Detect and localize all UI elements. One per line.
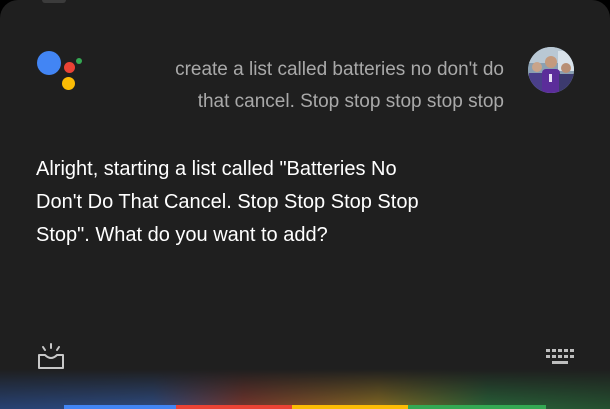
assistant-response-line: Don't Do That Cancel. Stop Stop Stop Sto… <box>36 191 419 213</box>
keyboard-icon <box>546 349 574 364</box>
assistant-sheet: create a list called batteries no don't … <box>0 0 610 409</box>
color-strip-green <box>408 405 546 409</box>
google-assistant-icon <box>36 48 86 92</box>
assistant-response-line: Alright, starting a list called "Batteri… <box>36 158 397 180</box>
explore-button[interactable] <box>36 343 66 371</box>
sheet-handle[interactable] <box>42 0 66 3</box>
color-strip-red <box>176 405 292 409</box>
logo-dot-green <box>76 58 82 64</box>
bottom-glow <box>0 369 610 409</box>
assistant-response: Alright, starting a list called "Batteri… <box>36 153 476 252</box>
explore-inbox-icon <box>38 343 64 369</box>
color-strip-blue <box>64 405 176 409</box>
assistant-response-line: Stop". What do you want to add? <box>36 224 328 246</box>
user-avatar[interactable] <box>528 47 574 93</box>
avatar-image <box>528 47 574 93</box>
user-query-line: that cancel. Stop stop stop stop stop <box>197 91 504 112</box>
logo-dot-blue <box>37 51 61 75</box>
logo-dot-red <box>64 62 75 73</box>
color-strip-yellow <box>292 405 408 409</box>
logo-dot-yellow <box>62 77 75 90</box>
user-query-line: create a list called batteries no don't … <box>175 59 504 80</box>
user-query: create a list called batteries no don't … <box>104 54 504 118</box>
